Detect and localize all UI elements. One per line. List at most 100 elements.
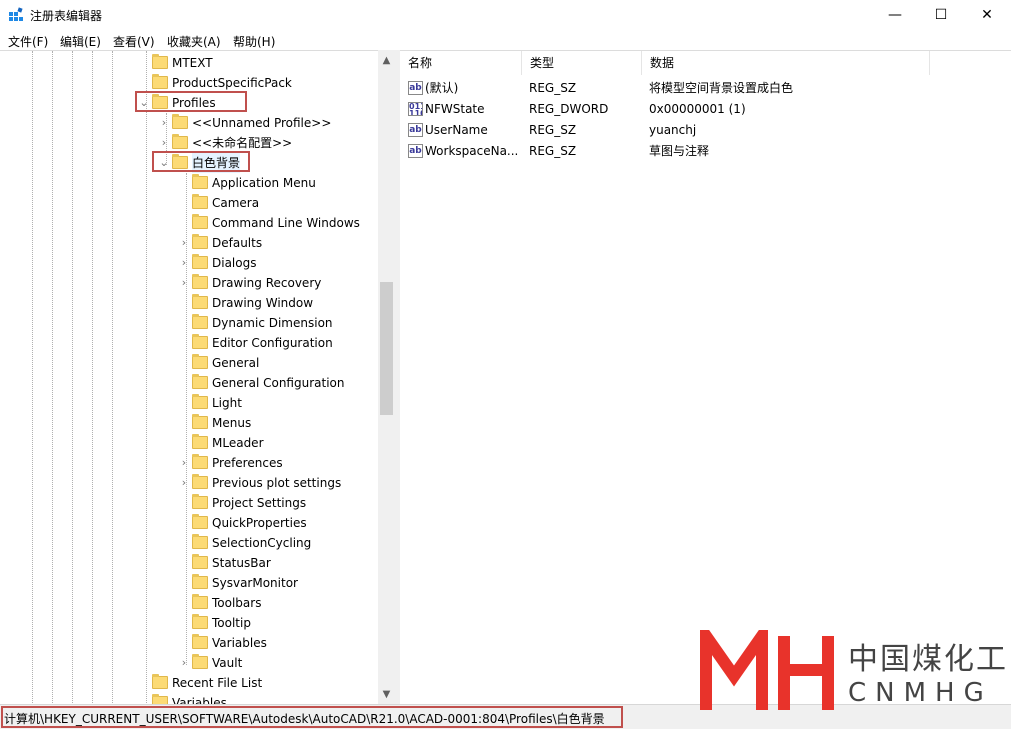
- value-row[interactable]: 011 110NFWState REG_DWORD 0x00000001 (1): [400, 99, 1011, 120]
- value-data: yuanchj: [649, 123, 697, 137]
- expander-icon[interactable]: [178, 433, 190, 453]
- scrollbar-thumb[interactable]: [380, 282, 393, 415]
- expander-icon[interactable]: [138, 673, 150, 693]
- tree-node-label: SysvarMonitor: [212, 576, 298, 590]
- maximize-button[interactable]: ☐: [918, 0, 964, 30]
- value-data: 将模型空间背景设置成白色: [649, 81, 794, 95]
- expander-icon[interactable]: [178, 193, 190, 213]
- folder-icon: [192, 654, 208, 669]
- folder-icon: [192, 374, 208, 389]
- expander-icon[interactable]: [178, 213, 190, 233]
- chevron-right-icon[interactable]: ›: [178, 253, 190, 273]
- tree-scrollbar[interactable]: ▲ ▼: [378, 50, 395, 704]
- scroll-up-icon[interactable]: ▲: [378, 52, 395, 69]
- expander-icon[interactable]: [178, 173, 190, 193]
- folder-icon: [192, 474, 208, 489]
- tree-node-label: Defaults: [212, 236, 263, 250]
- value-name: (默认): [425, 81, 459, 95]
- tree-guide: [52, 51, 53, 705]
- expander-icon[interactable]: [178, 493, 190, 513]
- chevron-right-icon[interactable]: ›: [178, 233, 190, 253]
- tree-node-label: Tooltip: [212, 616, 251, 630]
- tree-node-label: Preferences: [212, 456, 283, 470]
- tree-node-label: Recent File List: [172, 676, 263, 690]
- folder-icon: [192, 614, 208, 629]
- expander-icon[interactable]: [178, 413, 190, 433]
- value-type: REG_SZ: [529, 123, 577, 137]
- tree-node-label: Project Settings: [212, 496, 307, 510]
- folder-icon: [192, 174, 208, 189]
- registry-editor-icon: [9, 7, 23, 21]
- value-name: UserName: [425, 123, 488, 137]
- chevron-right-icon[interactable]: ›: [178, 453, 190, 473]
- close-button[interactable]: ✕: [964, 0, 1010, 30]
- folder-icon: [192, 494, 208, 509]
- value-type: REG_DWORD: [529, 102, 609, 116]
- expander-icon[interactable]: [178, 373, 190, 393]
- tree-node-label: General Configuration: [212, 376, 345, 390]
- expander-icon[interactable]: [178, 393, 190, 413]
- expander-icon[interactable]: [178, 613, 190, 633]
- tree-node-label: Dynamic Dimension: [212, 316, 333, 330]
- tree-node-label: Editor Configuration: [212, 336, 333, 350]
- menu-favorites[interactable]: 收藏夹(A): [167, 33, 221, 50]
- tree-node-label: Light: [212, 396, 242, 410]
- folder-icon: [192, 234, 208, 249]
- folder-icon: [192, 634, 208, 649]
- column-header-data[interactable]: 数据: [642, 51, 930, 75]
- key-tree[interactable]: MTEXT ProductSpecificPack ⌄ Profiles › <…: [0, 50, 394, 705]
- tree-guide: [72, 51, 73, 705]
- expander-icon[interactable]: [178, 313, 190, 333]
- watermark-en-text: CNMHG: [848, 678, 993, 708]
- expander-icon[interactable]: [178, 573, 190, 593]
- tree-node-label: MLeader: [212, 436, 264, 450]
- value-type: REG_SZ: [529, 144, 577, 158]
- binary-value-icon: 011 110: [408, 102, 423, 116]
- chevron-right-icon[interactable]: ›: [178, 273, 190, 293]
- expander-icon[interactable]: [178, 593, 190, 613]
- menu-help[interactable]: 帮助(H): [233, 33, 275, 50]
- expander-icon[interactable]: [178, 293, 190, 313]
- column-header-name[interactable]: 名称: [400, 51, 522, 75]
- expander-icon[interactable]: [178, 333, 190, 353]
- tree-node-label: Drawing Window: [212, 296, 314, 310]
- expander-icon[interactable]: [138, 73, 150, 93]
- folder-icon: [192, 214, 208, 229]
- menu-file[interactable]: 文件(F): [8, 33, 48, 50]
- menu-edit[interactable]: 编辑(E): [60, 33, 101, 50]
- scroll-down-icon[interactable]: ▼: [378, 686, 395, 703]
- expander-icon[interactable]: [178, 553, 190, 573]
- expander-icon[interactable]: [178, 633, 190, 653]
- value-row[interactable]: ab (默认) REG_SZ 将模型空间背景设置成白色: [400, 78, 1011, 99]
- column-header-type[interactable]: 类型: [522, 51, 642, 75]
- folder-icon: [192, 294, 208, 309]
- expander-icon[interactable]: [138, 53, 150, 73]
- value-row[interactable]: ab UserName REG_SZ yuanchj: [400, 120, 1011, 141]
- string-value-icon: ab: [408, 123, 423, 137]
- value-row[interactable]: ab WorkspaceNa... REG_SZ 草图与注释: [400, 141, 1011, 162]
- value-data: 0x00000001 (1): [649, 102, 746, 116]
- expander-icon[interactable]: [178, 513, 190, 533]
- chevron-right-icon[interactable]: ›: [158, 133, 170, 153]
- tree-guide: [92, 51, 93, 705]
- folder-icon: [192, 534, 208, 549]
- menu-view[interactable]: 查看(V): [113, 33, 155, 50]
- title-bar: 注册表编辑器 — ☐ ✕: [0, 0, 1011, 30]
- folder-icon: [192, 394, 208, 409]
- folder-icon: [192, 594, 208, 609]
- tree-node-label: SelectionCycling: [212, 536, 312, 550]
- tree-node-label: <<Unnamed Profile>>: [192, 116, 332, 130]
- highlight-box-status-path: [1, 706, 623, 728]
- folder-icon: [192, 414, 208, 429]
- expander-icon[interactable]: [178, 533, 190, 553]
- chevron-right-icon[interactable]: ›: [178, 653, 190, 673]
- chevron-right-icon[interactable]: ›: [158, 113, 170, 133]
- menu-bar: 文件(F) 编辑(E) 查看(V) 收藏夹(A) 帮助(H): [0, 30, 1011, 50]
- expander-icon[interactable]: [178, 353, 190, 373]
- minimize-button[interactable]: —: [872, 0, 918, 30]
- folder-icon: [192, 354, 208, 369]
- chevron-right-icon[interactable]: ›: [178, 473, 190, 493]
- tree-node-label: <<未命名配置>>: [192, 136, 293, 150]
- values-list[interactable]: 名称 类型 数据 ab(默认)REG_SZ将模型空间背景设置成白色011 110…: [400, 50, 1011, 705]
- string-value-icon: ab: [408, 81, 423, 95]
